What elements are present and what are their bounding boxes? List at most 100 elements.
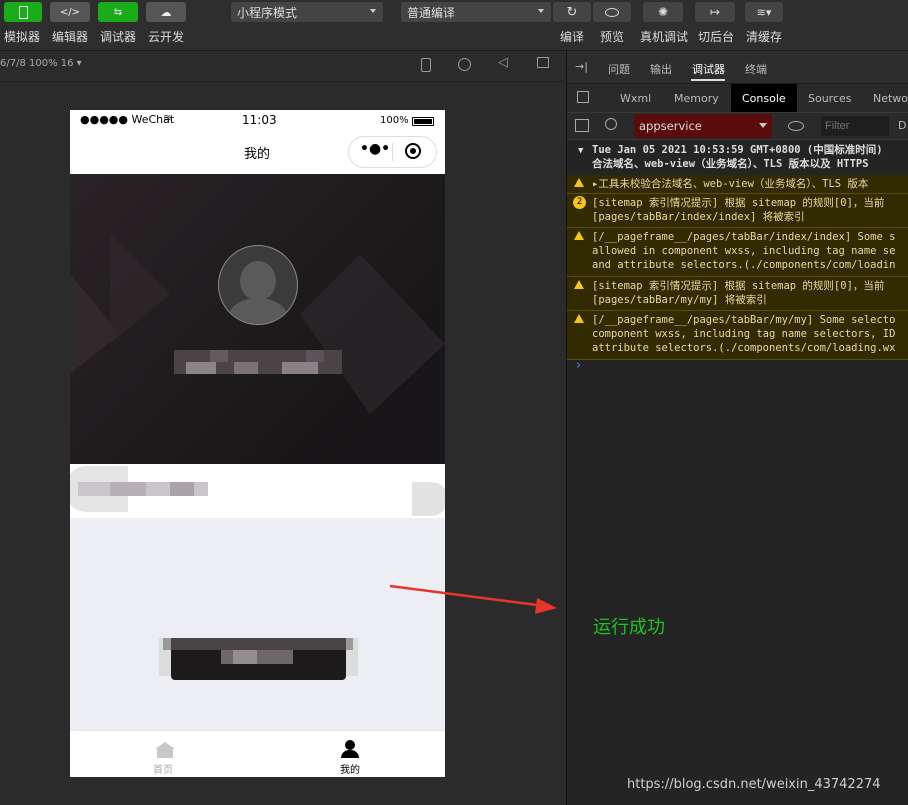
info-card[interactable] xyxy=(70,464,445,518)
clear-cache-label: 清缓存 xyxy=(746,30,783,44)
log-text: [sitemap 索引情况提示] 根据 sitemap 的规则[0]，当前 xyxy=(592,280,885,292)
simulator-toolbar: 6/7/8 100% 16 ▾ ◁ xyxy=(0,51,565,82)
console-log-entry[interactable]: [/__pageframe__/pages/tabBar/my/my] Some… xyxy=(567,311,908,360)
code-icon: </> xyxy=(59,6,81,18)
profile-header xyxy=(70,174,445,464)
device-info-select[interactable]: 6/7/8 100% 16 ▾ xyxy=(0,58,82,69)
tab-bar: 首页 我的 xyxy=(70,730,445,777)
console-toolbar: appservice D xyxy=(567,113,908,140)
tab-debugger[interactable]: 调试器 xyxy=(692,61,725,77)
top-toolbar: </> ⇆ ☁ 模拟器 编辑器 调试器 云开发 小程序模式 普通编译 ↻ ✺ ↦… xyxy=(0,0,908,51)
cloud-label: 云开发 xyxy=(148,30,185,44)
console-log-entry[interactable]: [/__pageframe__/pages/tabBar/index/index… xyxy=(567,228,908,277)
mode-select[interactable]: 小程序模式 xyxy=(231,2,383,22)
sidebar-toggle-icon[interactable] xyxy=(575,119,589,132)
log-text: ▸工具未校验合法域名、web-view（业务域名）、TLS 版本 xyxy=(592,178,869,190)
chevron-down-icon xyxy=(759,123,767,128)
clear-console-icon[interactable] xyxy=(605,118,617,130)
context-select[interactable]: appservice xyxy=(634,114,772,138)
mute-icon[interactable]: ◁ xyxy=(498,55,508,70)
repeat-count-badge: 2 xyxy=(573,196,586,209)
tab-problems[interactable]: 问题 xyxy=(608,61,630,77)
user-icon xyxy=(345,740,355,750)
editor-toggle-button[interactable]: </> xyxy=(50,2,90,22)
warning-icon xyxy=(574,231,584,240)
switch-icon: ↦ xyxy=(709,5,721,19)
warning-icon xyxy=(574,280,584,289)
tab-output[interactable]: 输出 xyxy=(650,61,672,77)
tab-mine[interactable]: 我的 xyxy=(310,731,390,777)
context-select-value: appservice xyxy=(639,119,702,133)
close-mini-program-icon[interactable] xyxy=(405,143,421,159)
tab-terminal[interactable]: 终端 xyxy=(745,61,767,77)
tab-network[interactable]: Netwo xyxy=(873,92,908,105)
avatar[interactable] xyxy=(218,245,298,325)
remote-debug-button[interactable]: ✺ xyxy=(643,2,683,22)
phone-screen: ●●●●● WeChat ≋ 11:03 100% 我的 •●• 首页 我的 xyxy=(70,110,445,777)
log-text: [pages/tabBar/my/my] 将被索引 xyxy=(592,294,767,306)
debugger-toggle-button[interactable]: ⇆ xyxy=(98,2,138,22)
warning-icon xyxy=(574,178,584,187)
console-prompt[interactable]: › xyxy=(576,358,581,373)
capsule-divider xyxy=(392,143,393,161)
default-levels-select[interactable]: D xyxy=(898,119,906,132)
clear-cache-button[interactable]: ≋▾ xyxy=(745,2,783,22)
collapse-icon[interactable]: ▼ xyxy=(578,144,583,158)
status-bar: ●●●●● WeChat ≋ 11:03 100% xyxy=(70,110,445,130)
cloud-icon: ☁ xyxy=(160,5,172,19)
home-icon xyxy=(155,742,175,749)
more-icon[interactable]: •●• xyxy=(360,141,390,157)
console-group-header[interactable]: ▼ Tue Jan 05 2021 10:53:59 GMT+0800 (中国标… xyxy=(567,141,908,173)
tab-mine-label: 我的 xyxy=(340,765,360,776)
chevron-down-icon xyxy=(370,9,376,13)
compile-select[interactable]: 普通编译 xyxy=(401,2,551,22)
devtools-panel-tabs: Wxml Memory Console Sources Netwo xyxy=(567,84,908,113)
eye-icon[interactable] xyxy=(788,121,804,131)
username-blurred xyxy=(174,350,342,374)
compile-button[interactable]: ↻ xyxy=(553,2,591,22)
background-switch-button[interactable]: ↦ xyxy=(695,2,735,22)
watermark: https://blog.csdn.net/weixin_43742274 xyxy=(627,777,881,792)
device-info: 6/7/8 100% 16 xyxy=(0,58,74,69)
battery-icon xyxy=(412,117,434,126)
phone-icon xyxy=(18,5,28,19)
record-icon[interactable] xyxy=(458,58,471,71)
logout-button-blurred[interactable] xyxy=(159,638,358,680)
dock-icon[interactable]: →| xyxy=(575,60,588,73)
eye-icon xyxy=(605,7,619,17)
group-header-line2: 合法域名、web-view（业务域名）、TLS 版本以及 HTTPS xyxy=(592,158,869,170)
editor-label: 编辑器 xyxy=(52,30,89,44)
simulator-label: 模拟器 xyxy=(4,30,41,44)
log-text: [pages/tabBar/index/index] 将被索引 xyxy=(592,211,805,223)
simulator-toggle-button[interactable] xyxy=(4,2,42,22)
chevron-down-icon xyxy=(538,9,544,13)
tab-sources[interactable]: Sources xyxy=(808,92,852,105)
popout-icon[interactable] xyxy=(537,57,549,68)
capsule-menu: •●• xyxy=(348,136,437,168)
log-text: [/__pageframe__/pages/tabBar/index/index… xyxy=(592,231,896,243)
layers-icon: ≋▾ xyxy=(756,5,772,19)
preview-button[interactable] xyxy=(593,2,631,22)
clock-text: 11:03 xyxy=(242,113,277,127)
cloud-button[interactable]: ☁ xyxy=(146,2,186,22)
tab-home[interactable]: 首页 xyxy=(125,731,205,777)
console-filter-input[interactable] xyxy=(821,116,889,136)
tab-memory[interactable]: Memory xyxy=(674,92,719,105)
log-text: and attribute selectors.(./components/co… xyxy=(592,259,896,271)
sliders-icon: ⇆ xyxy=(113,6,123,18)
tab-console-label: Console xyxy=(742,92,786,105)
page-title: 我的 xyxy=(244,147,271,162)
tab-console[interactable]: Console xyxy=(731,84,797,112)
warning-icon xyxy=(574,314,584,323)
carrier-text: ●●●●● WeChat xyxy=(80,113,175,126)
console-log-entry[interactable]: 2 [sitemap 索引情况提示] 根据 sitemap 的规则[0]，当前 … xyxy=(567,194,908,228)
mode-select-value: 小程序模式 xyxy=(237,5,298,20)
inspect-icon[interactable] xyxy=(577,91,589,103)
console-log-entry[interactable]: ▸工具未校验合法域名、web-view（业务域名）、TLS 版本 xyxy=(567,175,908,194)
content-area xyxy=(70,518,445,730)
log-text: [/__pageframe__/pages/tabBar/my/my] Some… xyxy=(592,314,896,326)
device-icon[interactable] xyxy=(421,58,431,72)
tab-wxml[interactable]: Wxml xyxy=(620,92,651,105)
refresh-icon: ↻ xyxy=(566,4,578,20)
console-log-entry[interactable]: [sitemap 索引情况提示] 根据 sitemap 的规则[0]，当前 [p… xyxy=(567,277,908,311)
